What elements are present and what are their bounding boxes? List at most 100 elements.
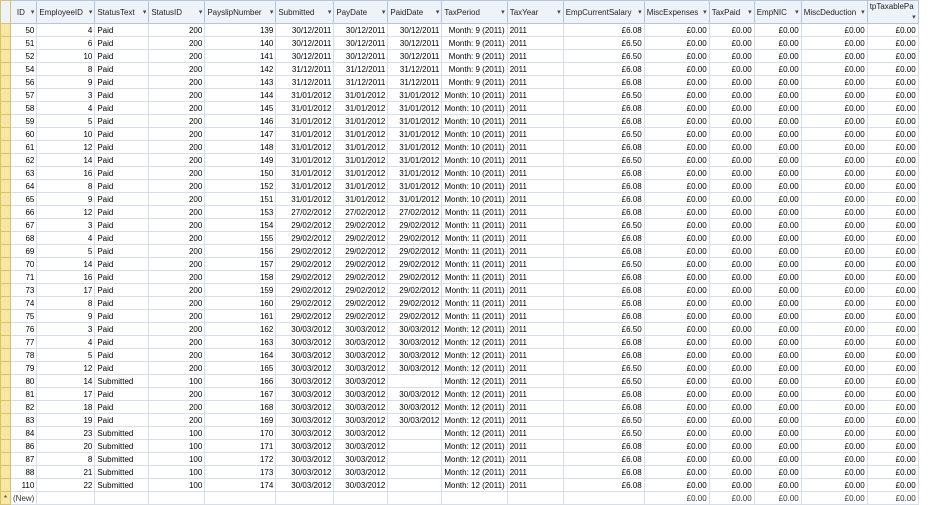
cell-sid[interactable]: 200: [148, 75, 206, 89]
cell-pd[interactable]: 29/02/2012: [333, 218, 389, 232]
new-cell-ty[interactable]: [506, 491, 564, 505]
record-selector[interactable]: [0, 179, 11, 193]
cell-md[interactable]: £0.00: [800, 23, 868, 37]
cell-me[interactable]: £0.00: [643, 452, 710, 466]
cell-nic[interactable]: £0.00: [753, 426, 802, 440]
cell-tpd[interactable]: £0.00: [708, 296, 755, 310]
cell-pn[interactable]: 172: [204, 452, 277, 466]
cell-sub[interactable]: 30/03/2012: [275, 452, 335, 466]
cell-tte[interactable]: £0.00: [866, 374, 919, 388]
cell-emp[interactable]: 14: [36, 374, 96, 388]
cell-id[interactable]: 80: [9, 374, 38, 388]
cell-tpd[interactable]: £0.00: [708, 426, 755, 440]
table-row[interactable]: 61 12 Paid 200 148 31/01/2012 31/01/2012 31/01/…: [0, 140, 919, 154]
cell-tp[interactable]: Month: 10 (2011): [441, 140, 508, 154]
cell-tpd[interactable]: £0.00: [708, 114, 755, 128]
record-selector[interactable]: [0, 296, 11, 310]
cell-pd[interactable]: 31/12/2011: [333, 62, 389, 76]
cell-me[interactable]: £0.00: [643, 400, 710, 414]
cell-id[interactable]: 86: [9, 439, 38, 453]
cell-st[interactable]: Submitted: [94, 426, 150, 440]
cell-sid[interactable]: 200: [148, 218, 206, 232]
record-selector[interactable]: [0, 374, 11, 388]
cell-ty[interactable]: 2011: [506, 465, 564, 479]
cell-id[interactable]: 51: [9, 36, 38, 50]
cell-pn[interactable]: 154: [204, 218, 277, 232]
cell-me[interactable]: £0.00: [643, 283, 710, 297]
cell-tpd[interactable]: £0.00: [708, 218, 755, 232]
cell-sub[interactable]: 30/03/2012: [275, 335, 335, 349]
cell-pdd[interactable]: 30/03/2012: [387, 400, 443, 414]
cell-id[interactable]: 68: [9, 231, 38, 245]
cell-sid[interactable]: 200: [148, 322, 206, 336]
cell-sid[interactable]: 200: [148, 270, 206, 284]
cell-id[interactable]: 83: [9, 413, 38, 427]
cell-sid[interactable]: 200: [148, 348, 206, 362]
cell-tpd[interactable]: £0.00: [708, 101, 755, 115]
cell-md[interactable]: £0.00: [800, 140, 868, 154]
cell-nic[interactable]: £0.00: [753, 101, 802, 115]
cell-ty[interactable]: 2011: [506, 23, 564, 37]
cell-pn[interactable]: 163: [204, 335, 277, 349]
cell-md[interactable]: £0.00: [800, 127, 868, 141]
record-selector[interactable]: [0, 75, 11, 89]
cell-st[interactable]: Paid: [94, 153, 150, 167]
cell-sub[interactable]: 31/12/2011: [275, 75, 335, 89]
cell-id[interactable]: 77: [9, 335, 38, 349]
cell-st[interactable]: Paid: [94, 309, 150, 323]
cell-st[interactable]: Paid: [94, 114, 150, 128]
cell-pd[interactable]: 30/12/2011: [333, 23, 389, 37]
table-row[interactable]: 74 8 Paid 200 160 29/02/2012 29/02/2012 29/02/2…: [0, 296, 919, 310]
table-row[interactable]: 51 6 Paid 200 140 30/12/2011 30/12/2011 30/12/2…: [0, 36, 919, 50]
cell-id[interactable]: 57: [9, 88, 38, 102]
cell-sub[interactable]: 31/01/2012: [275, 192, 335, 206]
cell-md[interactable]: £0.00: [800, 270, 868, 284]
cell-emp[interactable]: 4: [36, 23, 96, 37]
cell-me[interactable]: £0.00: [643, 270, 710, 284]
cell-tpd[interactable]: £0.00: [708, 439, 755, 453]
cell-emp[interactable]: 18: [36, 400, 96, 414]
cell-nic[interactable]: £0.00: [753, 205, 802, 219]
cell-pdd[interactable]: 31/01/2012: [387, 140, 443, 154]
cell-sid[interactable]: 100: [148, 465, 206, 479]
new-cell-pd[interactable]: [333, 491, 389, 505]
cell-tp[interactable]: Month: 9 (2011): [441, 62, 508, 76]
cell-tte[interactable]: £0.00: [866, 179, 919, 193]
column-header-pdd[interactable]: PaidDate ▾: [387, 0, 443, 24]
cell-nic[interactable]: £0.00: [753, 75, 802, 89]
cell-id[interactable]: 64: [9, 179, 38, 193]
cell-tpd[interactable]: £0.00: [708, 348, 755, 362]
cell-tte[interactable]: £0.00: [866, 244, 919, 258]
cell-pdd[interactable]: 30/03/2012: [387, 413, 443, 427]
cell-sub[interactable]: 29/02/2012: [275, 218, 335, 232]
cell-me[interactable]: £0.00: [643, 101, 710, 115]
cell-me[interactable]: £0.00: [643, 23, 710, 37]
record-selector[interactable]: [0, 309, 11, 323]
cell-st[interactable]: Paid: [94, 88, 150, 102]
record-selector[interactable]: [0, 452, 11, 466]
cell-pn[interactable]: 158: [204, 270, 277, 284]
cell-me[interactable]: £0.00: [643, 75, 710, 89]
new-cell-tp[interactable]: [441, 491, 508, 505]
cell-ecs[interactable]: £6.08: [562, 114, 645, 128]
cell-pd[interactable]: 31/01/2012: [333, 166, 389, 180]
cell-tp[interactable]: Month: 10 (2011): [441, 192, 508, 206]
record-selector[interactable]: [0, 153, 11, 167]
cell-sid[interactable]: 200: [148, 23, 206, 37]
new-cell-id[interactable]: (New): [9, 491, 38, 505]
column-header-md[interactable]: MiscDeduction ▾: [800, 0, 868, 24]
cell-nic[interactable]: £0.00: [753, 270, 802, 284]
record-selector[interactable]: [0, 335, 11, 349]
cell-tpd[interactable]: £0.00: [708, 374, 755, 388]
cell-sid[interactable]: 200: [148, 231, 206, 245]
cell-me[interactable]: £0.00: [643, 244, 710, 258]
cell-tp[interactable]: Month: 11 (2011): [441, 257, 508, 271]
cell-emp[interactable]: 4: [36, 231, 96, 245]
cell-tp[interactable]: Month: 12 (2011): [441, 387, 508, 401]
cell-me[interactable]: £0.00: [643, 257, 710, 271]
cell-ty[interactable]: 2011: [506, 101, 564, 115]
cell-me[interactable]: £0.00: [643, 127, 710, 141]
cell-tp[interactable]: Month: 10 (2011): [441, 127, 508, 141]
cell-md[interactable]: £0.00: [800, 361, 868, 375]
cell-tp[interactable]: Month: 11 (2011): [441, 283, 508, 297]
